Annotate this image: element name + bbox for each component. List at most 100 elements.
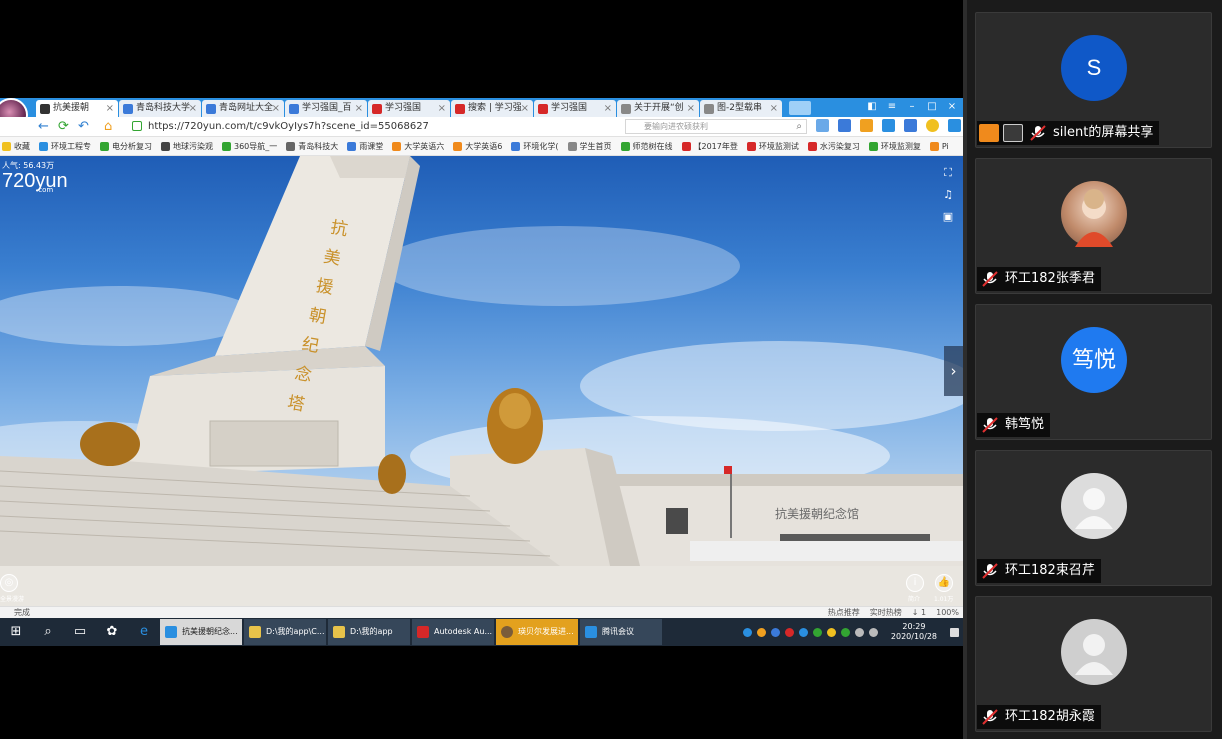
bookmark-item[interactable]: 大学英语6 <box>453 141 502 152</box>
volume-icon[interactable] <box>854 627 864 637</box>
bookmark-item[interactable]: 环境工程专 <box>39 141 91 152</box>
browser-tab[interactable]: 抗美援朝 × <box>36 100 118 117</box>
tray-icon[interactable] <box>784 627 794 637</box>
browser-toolbar-icons <box>816 119 961 132</box>
browser-tab[interactable]: 青岛网址大全 × <box>202 100 284 117</box>
translate-icon[interactable] <box>882 119 895 132</box>
taskbar-app[interactable]: 腾讯会议 <box>580 619 662 645</box>
new-tab-button[interactable] <box>789 101 811 115</box>
participant-tile[interactable]: 环工182胡永霞 <box>975 596 1212 732</box>
close-icon[interactable]: × <box>770 100 778 117</box>
system-clock[interactable]: 20:29 2020/10/28 <box>891 622 937 642</box>
music-icon[interactable]: ♫ <box>941 188 955 202</box>
participant-tile[interactable]: 笃悦 韩笃悦 <box>975 304 1212 440</box>
close-icon[interactable]: × <box>604 100 612 117</box>
download-icon[interactable] <box>948 119 961 132</box>
search-icon[interactable]: ⌕ <box>796 120 802 133</box>
scene-list-icon[interactable]: ◎ <box>0 574 18 592</box>
like-icon[interactable]: 👍 <box>935 574 953 592</box>
close-icon[interactable]: × <box>189 100 197 117</box>
tray-icon[interactable] <box>770 627 780 637</box>
bookmark-item[interactable]: Pi <box>929 141 949 151</box>
tray-icon[interactable] <box>798 627 808 637</box>
bookmark-item[interactable]: 环境监测复 <box>868 141 921 152</box>
browser-tab[interactable]: 搜索 | 学习强 × <box>451 100 533 117</box>
refresh-icon[interactable]: ⟳ <box>58 118 69 136</box>
skin-icon[interactable]: ◧ <box>865 100 879 113</box>
browser-tab[interactable]: 学习强国 × <box>368 100 450 117</box>
close-icon[interactable]: × <box>106 100 114 117</box>
notification-icon[interactable] <box>950 627 959 637</box>
browser-tab[interactable]: 图-2型载串 × <box>700 100 782 117</box>
download-count[interactable]: ↓ 1 <box>912 607 926 618</box>
tray-icon[interactable] <box>742 627 752 637</box>
next-scene-button[interactable]: › <box>944 346 963 396</box>
bookmark-item[interactable]: 水污染复习 <box>807 141 860 152</box>
tab-favicon-icon <box>621 104 631 114</box>
bookmark-item[interactable]: 青岛科技大 <box>286 141 338 152</box>
taskbar-app[interactable]: 抗美援朝纪念... <box>160 619 242 645</box>
windows-start-icon[interactable]: ⊞ <box>0 618 32 646</box>
participant-name: 韩笃悦 <box>1005 417 1045 432</box>
close-icon[interactable]: × <box>438 100 446 117</box>
tray-icon[interactable] <box>840 627 850 637</box>
browser-search-box[interactable]: 要输向进农硕获利 ⌕ <box>625 119 807 134</box>
url-field[interactable]: https://720yun.com/t/c9vkOyIys7h?scene_i… <box>130 118 620 135</box>
address-bar-row: ← ⟳ ↶ ⌂ https://720yun.com/t/c9vkOyIys7h… <box>0 117 963 137</box>
taskbar-app[interactable]: D:\我的app <box>328 619 410 645</box>
close-icon[interactable]: × <box>521 100 529 117</box>
bookmark-item[interactable]: 360导航_一 <box>222 141 277 152</box>
bookmark-item[interactable]: 大学英语六 <box>392 141 444 152</box>
browser-tab[interactable]: 学习强国_百 × <box>285 100 367 117</box>
back-icon[interactable]: ← <box>38 118 49 136</box>
hot-recommend[interactable]: 热点推荐 <box>828 607 860 618</box>
participant-tile[interactable]: 环工182束召芹 <box>975 450 1212 586</box>
taskbar-app[interactable]: D:\我的app\C... <box>244 619 326 645</box>
bookmark-item[interactable]: 师范树在线 <box>620 141 673 152</box>
task-view-icon[interactable]: ▭ <box>64 618 96 646</box>
bookmark-item[interactable]: 【2017年登 <box>681 141 738 152</box>
hot-list[interactable]: 实时热榜 <box>870 607 902 618</box>
browser-tab[interactable]: 学习强国 × <box>534 100 616 117</box>
browser-tab[interactable]: 关于开展“创 × <box>617 100 699 117</box>
tray-icon[interactable] <box>812 627 822 637</box>
fullscreen-icon[interactable]: ⛶ <box>941 166 955 180</box>
browser-tab[interactable]: 青岛科技大学 × <box>119 100 201 117</box>
bookmark-item[interactable]: 环境化学( <box>511 141 559 152</box>
search-icon[interactable]: ⌕ <box>32 618 64 646</box>
bookmarks-menu[interactable]: 收藏 <box>2 141 30 152</box>
gyro-icon[interactable]: ▣ <box>941 210 955 224</box>
pinned-app-icon[interactable]: ✿ <box>96 618 128 646</box>
info-icon[interactable]: i <box>906 574 924 592</box>
bookmark-label: 大学英语6 <box>465 141 503 151</box>
tray-icon[interactable] <box>756 627 766 637</box>
bookmark-item[interactable]: 雨课堂 <box>347 141 383 152</box>
close-icon[interactable]: × <box>355 100 363 117</box>
tools-icon[interactable] <box>860 119 873 132</box>
network-icon[interactable] <box>868 627 878 637</box>
tray-icon[interactable] <box>826 627 836 637</box>
undo-icon[interactable]: ↶ <box>78 118 89 136</box>
bookmark-item[interactable]: 地球污染观 <box>161 141 213 152</box>
close-icon[interactable]: × <box>272 100 280 117</box>
zoom-level[interactable]: 100% <box>936 607 959 618</box>
screenshot-icon[interactable] <box>904 119 917 132</box>
menu-icon[interactable]: ≡ <box>885 100 899 113</box>
extension-icon[interactable] <box>816 119 829 132</box>
minimize-icon[interactable]: – <box>905 100 919 113</box>
emoji-icon[interactable] <box>926 119 939 132</box>
home-icon[interactable]: ⌂ <box>104 118 112 136</box>
ie-browser-icon[interactable]: e <box>128 618 160 646</box>
taskbar-app[interactable]: Autodesk Au... <box>412 619 494 645</box>
participant-tile[interactable]: 环工182张季君 <box>975 158 1212 294</box>
taskbar-app[interactable]: 瑛贝尔发展进... <box>496 619 578 645</box>
close-icon[interactable]: × <box>687 100 695 117</box>
bookmark-item[interactable]: 电分析复习 <box>100 141 152 152</box>
bookmark-item[interactable]: 学生首页 <box>567 141 612 152</box>
maximize-icon[interactable]: □ <box>925 100 939 113</box>
bookmark-item[interactable]: 环境监测试 <box>746 141 799 152</box>
cut-icon[interactable] <box>838 119 851 132</box>
panorama-viewer[interactable]: 抗美援朝纪念塔 抗美援朝纪念馆 人气: 56.43万 720yun .com ⛶… <box>0 156 963 606</box>
close-window-icon[interactable]: × <box>945 100 959 113</box>
participant-tile[interactable]: S silent的屏幕共享 <box>975 12 1212 148</box>
